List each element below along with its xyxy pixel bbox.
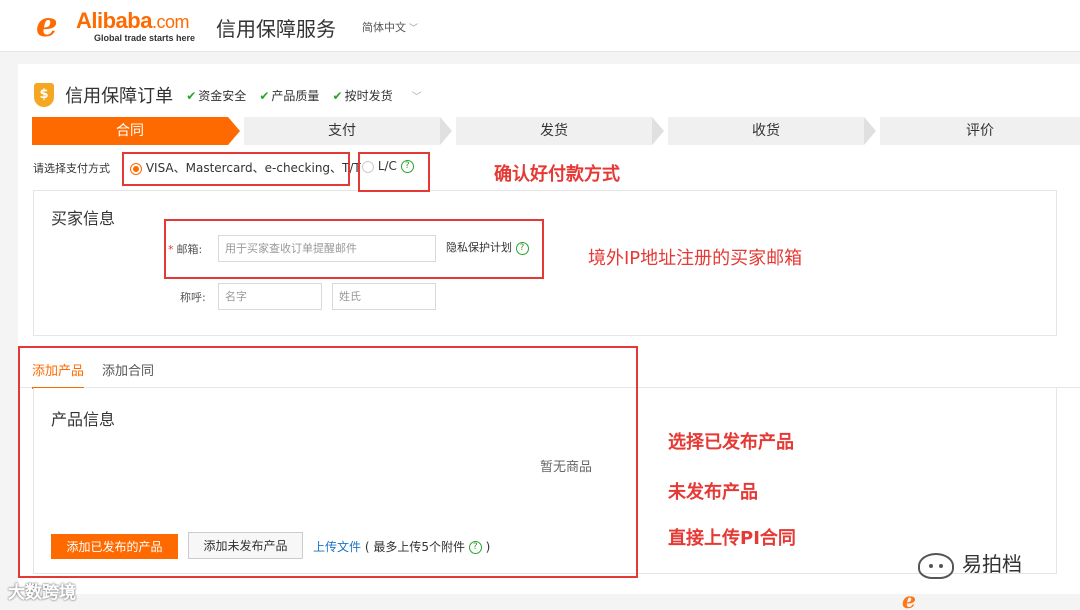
- watermark-right-text: 易拍档: [962, 552, 1022, 576]
- order-header: $ 信用保障订单 ✔ 资金安全 ✔ 产品质量 ✔ 按时发货 ﹀: [34, 82, 422, 108]
- annotation-overseas-email: 境外IP地址注册的买家邮箱: [588, 248, 803, 269]
- step-contract: 合同: [32, 117, 228, 145]
- step-arrow: [864, 117, 876, 145]
- step-review: 评价: [880, 117, 1080, 145]
- alibaba-e-mark-icon: e: [36, 5, 58, 45]
- annotation-upload-pi: 直接上传PI合同: [668, 528, 796, 549]
- step-arrow: [440, 117, 452, 145]
- step-arrow: [228, 117, 240, 145]
- language-selector[interactable]: 简体中文 ﹀: [362, 19, 418, 35]
- watermark-right: 易拍档: [918, 548, 1022, 579]
- site-title: 信用保障服务: [216, 17, 336, 41]
- progress-steps: 合同 支付 发货 收货 评价: [32, 117, 1080, 145]
- annotation-box-products: [18, 346, 638, 578]
- annotation-box-payment-lc: [358, 152, 430, 192]
- name-label: 称呼:: [180, 291, 206, 304]
- step-receipt: 收货: [668, 117, 864, 145]
- annotation-box-email: [164, 219, 544, 279]
- watermark-left: 大数跨境: [8, 578, 76, 603]
- top-header: e Alibaba.com Global trade starts here 信…: [0, 0, 1080, 52]
- expand-chevron-icon[interactable]: ﹀: [412, 88, 422, 103]
- payment-method-label: 请选择支付方式: [33, 162, 110, 175]
- shield-dollar-icon: $: [34, 83, 54, 107]
- logo-com: .com: [151, 12, 190, 32]
- annotation-select-published: 选择已发布产品: [668, 432, 794, 453]
- language-label: 简体中文: [362, 21, 406, 34]
- check-icon: ✔: [332, 88, 343, 103]
- first-name-field[interactable]: 名字: [218, 283, 322, 310]
- last-name-field[interactable]: 姓氏: [332, 283, 436, 310]
- logo-tagline: Global trade starts here: [94, 33, 196, 43]
- alibaba-e-mark-icon: e: [902, 588, 916, 610]
- guarantee-quality: ✔ 产品质量: [259, 88, 320, 103]
- chevron-down-icon: ﹀: [409, 24, 419, 34]
- guarantee-shipping: ✔ 按时发货: [332, 88, 393, 103]
- step-shipping: 发货: [456, 117, 652, 145]
- step-arrow: [652, 117, 664, 145]
- step-payment: 支付: [244, 117, 440, 145]
- order-title: 信用保障订单: [65, 86, 174, 107]
- annotation-confirm-payment: 确认好付款方式: [494, 164, 620, 185]
- check-icon: ✔: [259, 88, 270, 103]
- annotation-box-payment-card: [122, 152, 350, 186]
- buyer-info-title: 买家信息: [51, 209, 116, 228]
- annotation-unpublished: 未发布产品: [668, 482, 758, 503]
- logo-word: Alibaba: [76, 8, 152, 33]
- check-icon: ✔: [186, 88, 197, 103]
- wechat-icon: [918, 552, 954, 579]
- guarantee-funds: ✔ 资金安全: [186, 88, 247, 103]
- watermark-left-text: 大数跨境: [8, 583, 76, 603]
- alibaba-logo[interactable]: e Alibaba.com Global trade starts here: [36, 8, 201, 44]
